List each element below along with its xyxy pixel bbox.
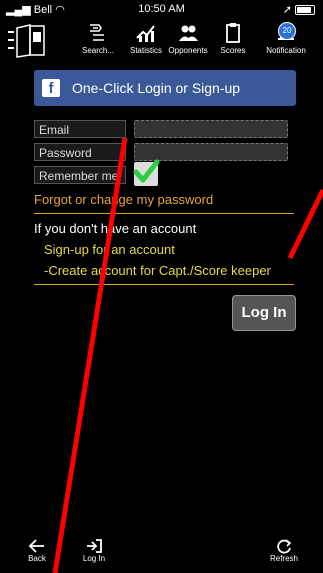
toolbar-statistics-label: Statistics xyxy=(129,46,162,55)
refresh-label: Refresh xyxy=(269,554,298,563)
checkmark-icon xyxy=(133,159,160,183)
divider-bottom xyxy=(34,284,294,285)
toolbar-search-label: Search... xyxy=(81,46,114,55)
remember-checkbox[interactable] xyxy=(133,159,160,186)
notification-badge: 20 xyxy=(278,22,296,40)
scores-clipboard-icon xyxy=(226,23,240,43)
toolbar-scores-label: Scores xyxy=(220,46,246,55)
menu-button[interactable] xyxy=(6,22,50,60)
status-bar: ▂▄▆ Bell ◠ 10:50 AM ➚ xyxy=(0,0,323,18)
password-row: Password xyxy=(34,143,288,163)
refresh-icon xyxy=(277,539,292,554)
divider-top xyxy=(34,213,294,214)
create-captain-account-link[interactable]: -Create account for Capt./Score keeper xyxy=(44,263,271,278)
statistics-chart-icon xyxy=(136,25,155,42)
battery-icon xyxy=(295,5,315,16)
back-label: Back xyxy=(28,554,46,563)
password-label: Password xyxy=(34,143,126,161)
forgot-password-link[interactable]: Forgot or change my password xyxy=(34,192,213,207)
toolbar-scores[interactable]: Scores xyxy=(207,22,259,62)
remember-label: Remember me xyxy=(34,166,126,184)
bottom-login-label: Log In xyxy=(82,554,106,563)
facebook-logo-icon: f xyxy=(42,79,60,97)
bottom-login-button[interactable]: Log In xyxy=(77,538,111,563)
toolbar-opponents-label: Opponents xyxy=(168,46,208,55)
login-arrow-icon xyxy=(87,539,102,553)
annotation-line-right xyxy=(287,188,323,260)
email-field[interactable] xyxy=(134,120,288,138)
menu-book-icon xyxy=(8,24,45,58)
toolbar-search[interactable]: Search... xyxy=(72,22,124,62)
status-time: 10:50 AM xyxy=(138,3,185,15)
email-row: Email xyxy=(34,120,288,140)
email-label: Email xyxy=(34,120,126,138)
status-right: ➚ xyxy=(283,3,315,16)
back-button[interactable]: Back xyxy=(22,538,52,563)
top-toolbar: Search... Statistics Opponents Scores 20… xyxy=(0,18,323,64)
login-button[interactable]: Log In xyxy=(232,295,296,331)
opponents-people-icon xyxy=(179,25,198,41)
facebook-login-button[interactable]: f One-Click Login or Sign-up xyxy=(34,70,296,106)
facebook-login-label: One-Click Login or Sign-up xyxy=(72,80,241,96)
toolbar-notification[interactable]: 20 Notification xyxy=(257,22,315,62)
search-list-icon xyxy=(90,24,104,41)
bottom-bar: Back Log In Refresh xyxy=(0,528,323,573)
signup-link[interactable]: Sign-up for an account xyxy=(44,242,175,257)
back-arrow-icon xyxy=(28,539,44,553)
remember-row: Remember me xyxy=(34,159,288,186)
toolbar-notification-label: Notification xyxy=(266,46,306,55)
no-account-text: If you don't have an account xyxy=(34,221,197,236)
location-icon: ➚ xyxy=(282,4,292,16)
refresh-button[interactable]: Refresh xyxy=(266,538,302,563)
